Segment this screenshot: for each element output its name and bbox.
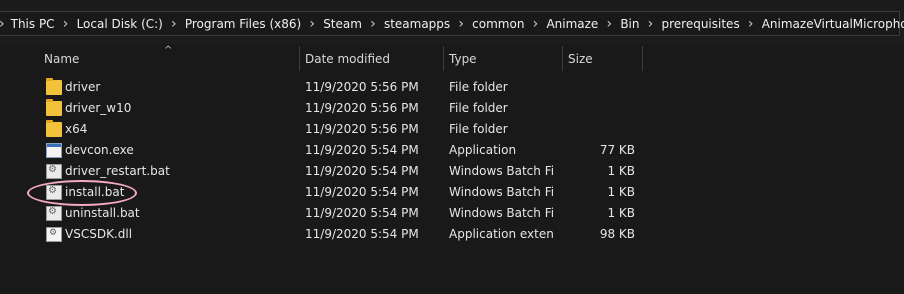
breadcrumb-separator-icon[interactable]: [307, 16, 317, 32]
column-header-label: Date modified: [305, 52, 391, 66]
file-size: 98 KB: [599, 227, 635, 241]
file-name[interactable]: VSCSDK.dll: [65, 224, 132, 245]
file-name[interactable]: uninstall.bat: [65, 203, 140, 224]
breadcrumb-separator-icon[interactable]: [746, 16, 756, 32]
file-row-driver[interactable]: driver 11/9/2020 5:56 PM File folder: [0, 77, 904, 98]
breadcrumb-label[interactable]: prerequisites: [655, 17, 745, 31]
highlight-annotation-circle: [27, 180, 137, 206]
breadcrumb-item-this-pc[interactable]: This PC: [5, 12, 71, 35]
column-divider[interactable]: [642, 46, 643, 71]
file-row-driver-w10[interactable]: driver_w10 11/9/2020 5:56 PM File folder: [0, 98, 904, 119]
breadcrumb-separator-icon[interactable]: [61, 16, 71, 32]
breadcrumb-label[interactable]: steamapps: [378, 17, 456, 31]
folder-icon: [46, 78, 62, 95]
breadcrumb-label[interactable]: Local Disk (C:): [71, 17, 169, 31]
file-row-devcon-exe[interactable]: devcon.exe 11/9/2020 5:54 PM Application…: [0, 140, 904, 161]
file-name[interactable]: driver: [65, 77, 100, 98]
breadcrumb-separator-icon[interactable]: [169, 16, 179, 32]
file-type: File folder: [449, 80, 508, 94]
folder-icon: [46, 120, 62, 137]
file-date: 11/9/2020 5:54 PM: [305, 227, 419, 241]
file-size: 1 KB: [607, 185, 635, 199]
column-header-label: Size: [568, 52, 593, 66]
column-header-date[interactable]: Date modified: [299, 44, 443, 71]
breadcrumb-separator-icon[interactable]: [604, 16, 614, 32]
dll-file-icon: [46, 227, 62, 242]
file-row-vscsdk-dll[interactable]: VSCSDK.dll 11/9/2020 5:54 PM Application…: [0, 224, 904, 245]
breadcrumb-label[interactable]: Bin: [614, 17, 645, 31]
file-size: 77 KB: [599, 143, 635, 157]
file-date: 11/9/2020 5:56 PM: [305, 80, 419, 94]
breadcrumb-item-animaze-virtual-microphone[interactable]: AnimazeVirtualMicrophone: [756, 12, 904, 35]
file-row-x64[interactable]: x64 11/9/2020 5:56 PM File folder: [0, 119, 904, 140]
file-name[interactable]: driver_restart.bat: [65, 161, 170, 182]
breadcrumb-separator-icon[interactable]: [645, 16, 655, 32]
column-headers: ^ Name Date modified Type Size: [0, 44, 904, 71]
file-type: Windows Batch File: [449, 164, 555, 178]
breadcrumb-separator-icon[interactable]: [368, 16, 378, 32]
file-size: 1 KB: [607, 164, 635, 178]
file-row-uninstall-bat[interactable]: uninstall.bat 11/9/2020 5:54 PM Windows …: [0, 203, 904, 224]
file-type: Windows Batch File: [449, 185, 555, 199]
column-header-type[interactable]: Type: [443, 44, 562, 71]
application-icon: [46, 143, 62, 158]
breadcrumb-item-steamapps[interactable]: steamapps: [378, 12, 466, 35]
breadcrumb-label[interactable]: Animaze: [540, 17, 604, 31]
breadcrumb-separator-icon[interactable]: [456, 16, 466, 32]
file-date: 11/9/2020 5:56 PM: [305, 122, 419, 136]
column-header-size[interactable]: Size: [562, 44, 642, 71]
file-date: 11/9/2020 5:54 PM: [305, 185, 419, 199]
column-header-label: Type: [449, 52, 477, 66]
file-type: File folder: [449, 122, 508, 136]
file-date: 11/9/2020 5:54 PM: [305, 206, 419, 220]
breadcrumb-item-prerequisites[interactable]: prerequisites: [655, 12, 755, 35]
file-type: Application exten...: [449, 227, 555, 241]
file-name[interactable]: driver_w10: [65, 98, 131, 119]
column-header-label: Name: [44, 52, 80, 66]
breadcrumb-item-steam[interactable]: Steam: [317, 12, 378, 35]
breadcrumb-item-animaze[interactable]: Animaze: [540, 12, 614, 35]
breadcrumb-item-bin[interactable]: Bin: [614, 12, 655, 35]
breadcrumb-item-common[interactable]: common: [466, 12, 540, 35]
file-date: 11/9/2020 5:56 PM: [305, 101, 419, 115]
breadcrumb-separator-icon[interactable]: [530, 16, 540, 32]
batch-file-icon: [46, 164, 62, 179]
file-size: 1 KB: [607, 206, 635, 220]
breadcrumb-item-program-files[interactable]: Program Files (x86): [179, 12, 317, 35]
folder-icon: [46, 99, 62, 116]
breadcrumb-label[interactable]: Program Files (x86): [179, 17, 307, 31]
address-bar: This PC Local Disk (C:) Program Files (x…: [0, 0, 904, 44]
breadcrumb-label[interactable]: This PC: [5, 17, 61, 31]
column-header-name[interactable]: Name: [38, 44, 299, 71]
file-type: Application: [449, 143, 517, 157]
batch-file-icon: [46, 206, 62, 221]
breadcrumb-label[interactable]: AnimazeVirtualMicrophone: [756, 17, 904, 31]
breadcrumb-label[interactable]: Steam: [317, 17, 368, 31]
breadcrumb-item-local-disk[interactable]: Local Disk (C:): [71, 12, 179, 35]
file-name[interactable]: devcon.exe: [65, 140, 134, 161]
file-type: File folder: [449, 101, 508, 115]
file-row-driver-restart-bat[interactable]: driver_restart.bat 11/9/2020 5:54 PM Win…: [0, 161, 904, 182]
file-date: 11/9/2020 5:54 PM: [305, 164, 419, 178]
file-date: 11/9/2020 5:54 PM: [305, 143, 419, 157]
breadcrumb-label[interactable]: common: [466, 17, 530, 31]
file-type: Windows Batch File: [449, 206, 555, 220]
file-name[interactable]: x64: [65, 119, 87, 140]
breadcrumb[interactable]: This PC Local Disk (C:) Program Files (x…: [0, 11, 904, 36]
